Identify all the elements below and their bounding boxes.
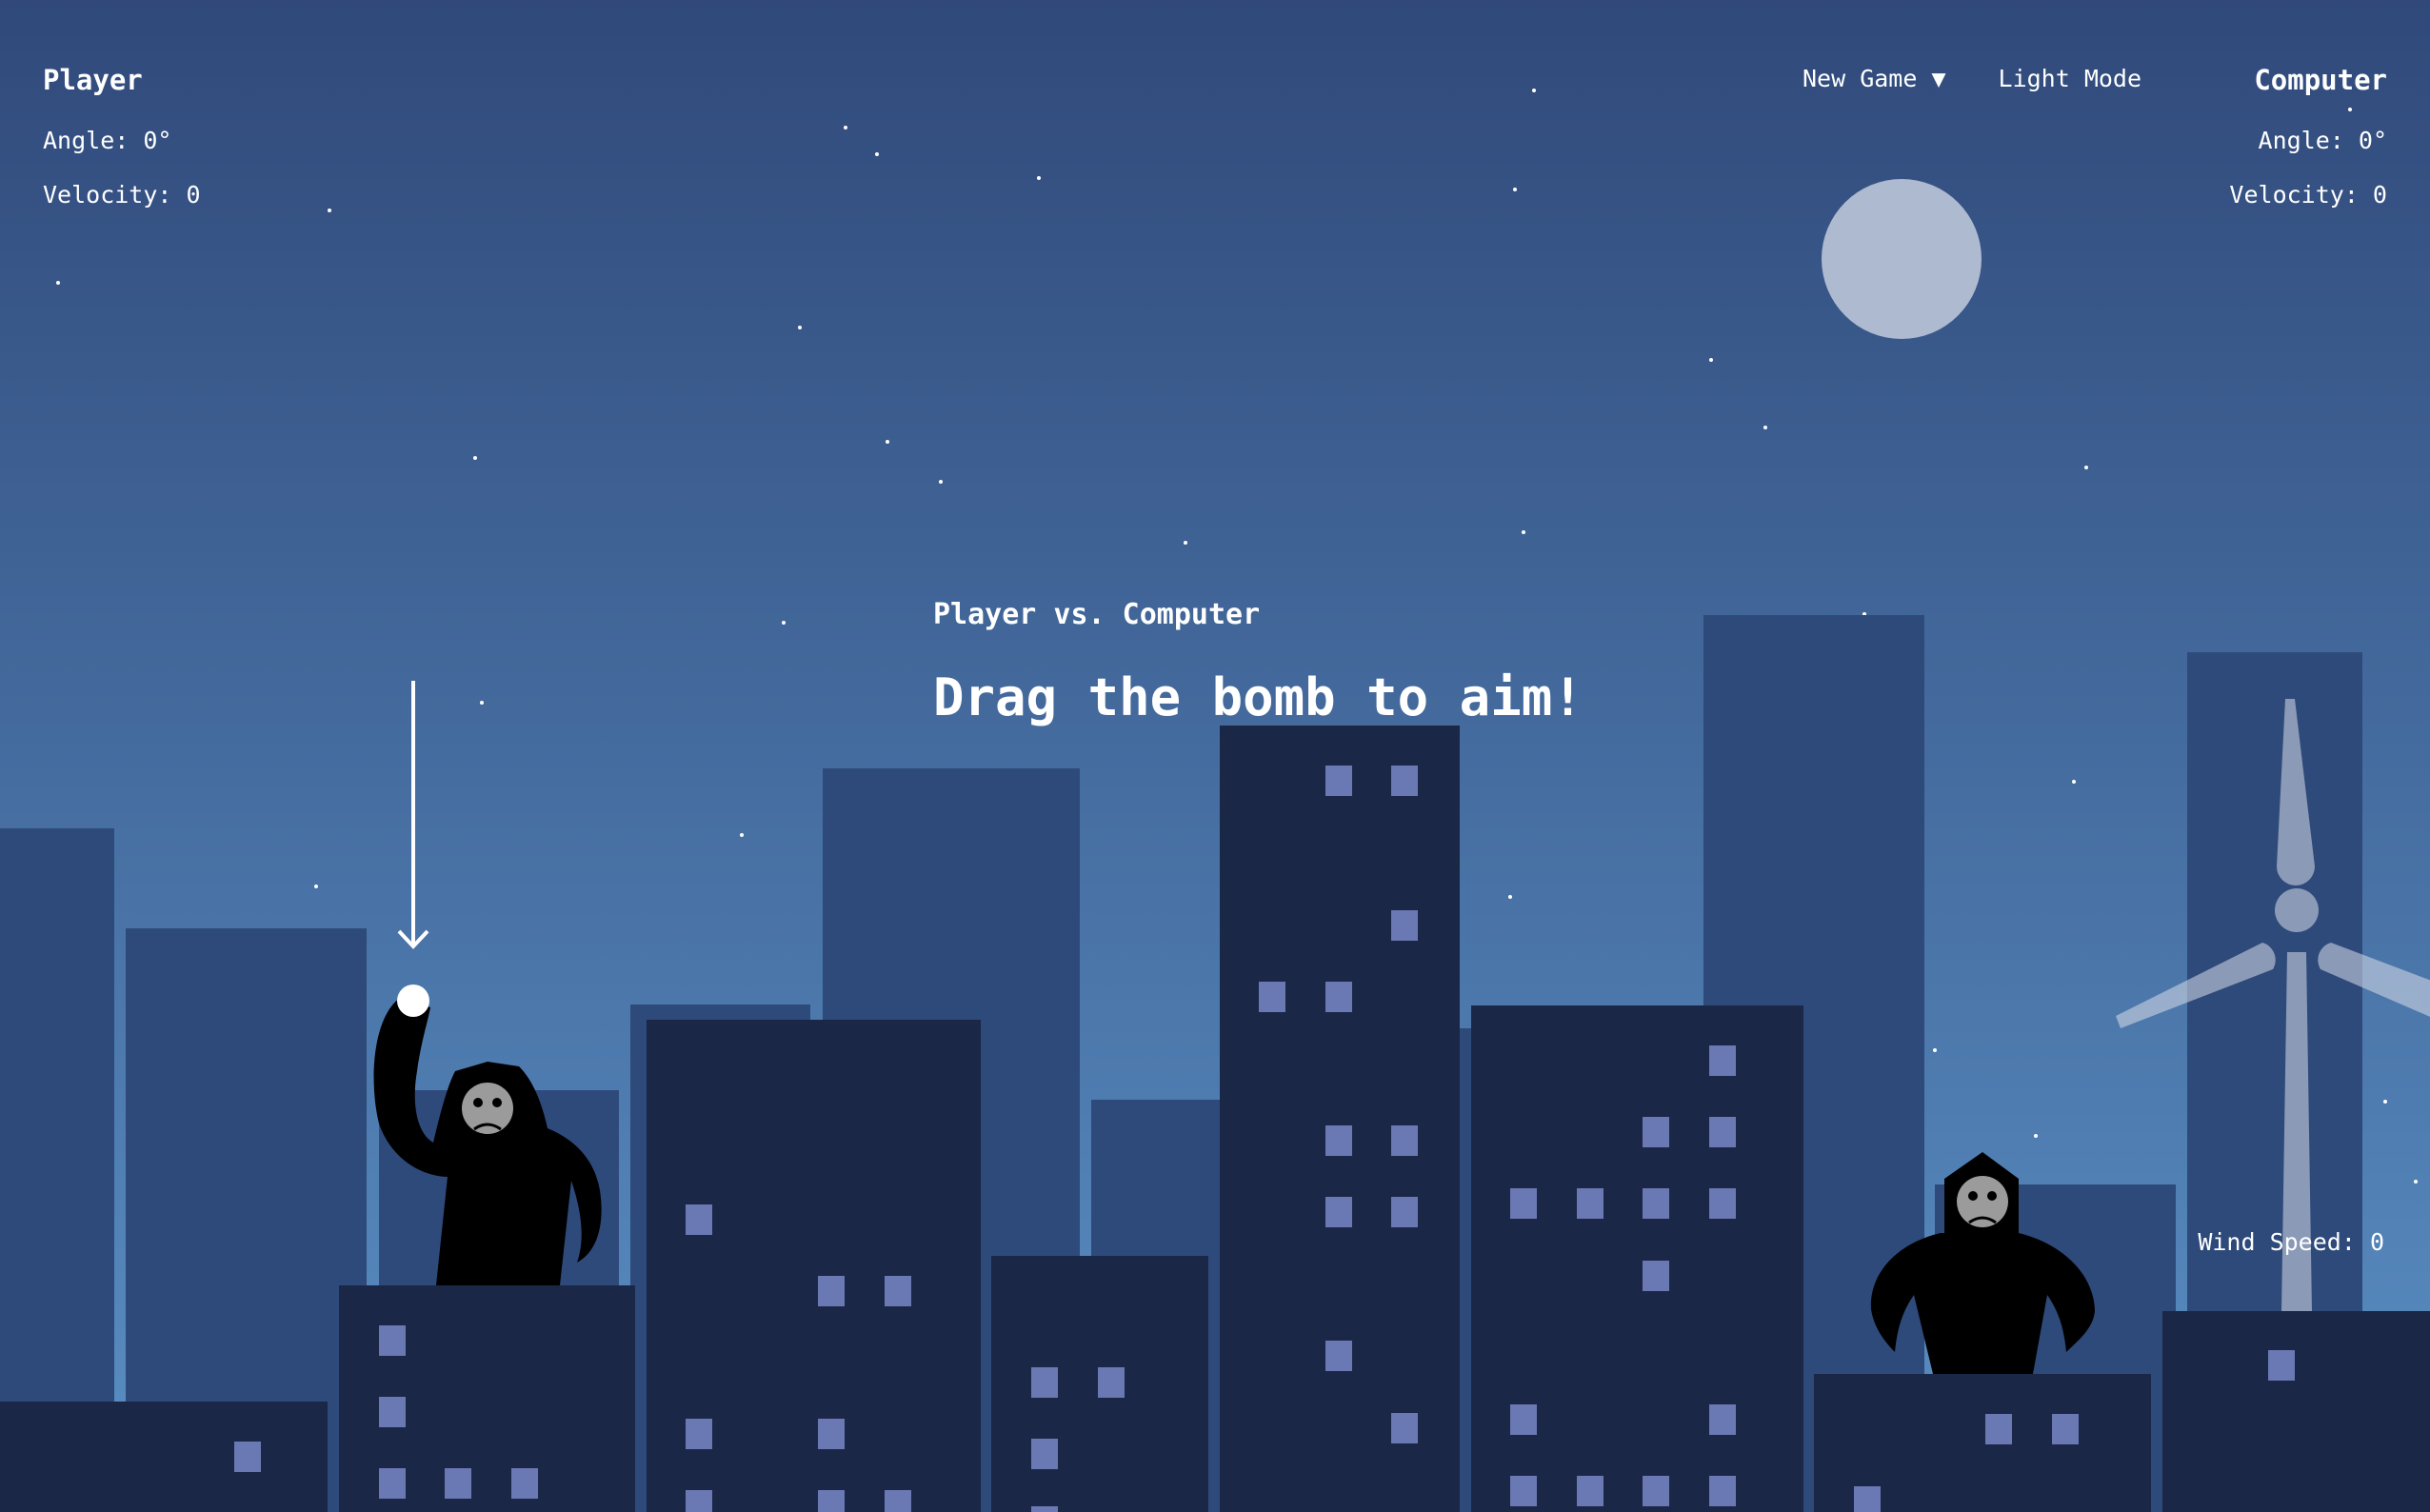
player-angle: Angle: 0° (43, 127, 172, 154)
game-controls: New Game ▼ Light Mode (1803, 65, 2141, 92)
bomb-icon[interactable] (397, 985, 429, 1017)
wind-speed-label: Wind Speed: 0 (2198, 1228, 2384, 1256)
player-info-panel: Player Angle: 0° Velocity: 0 (43, 67, 201, 237)
computer-name: Computer (2254, 64, 2387, 96)
computer-velocity: Velocity: 0 (2229, 181, 2387, 209)
instruction-text: Drag the bomb to aim! (933, 667, 1583, 727)
matchup-label: Player vs. Computer (933, 598, 1261, 631)
computer-angle: Angle: 0° (2258, 127, 2387, 154)
game-scene (0, 0, 2430, 1512)
player-velocity: Velocity: 0 (43, 181, 201, 209)
center-message: Player vs. Computer Drag the bomb to aim… (933, 598, 1583, 727)
moon-icon (1822, 179, 1982, 339)
computer-info-panel: Computer Angle: 0° Velocity: 0 (2229, 67, 2387, 237)
new-game-button[interactable]: New Game ▼ (1803, 65, 1946, 92)
light-mode-button[interactable]: Light Mode (1999, 65, 2142, 92)
player-name: Player (43, 64, 143, 96)
